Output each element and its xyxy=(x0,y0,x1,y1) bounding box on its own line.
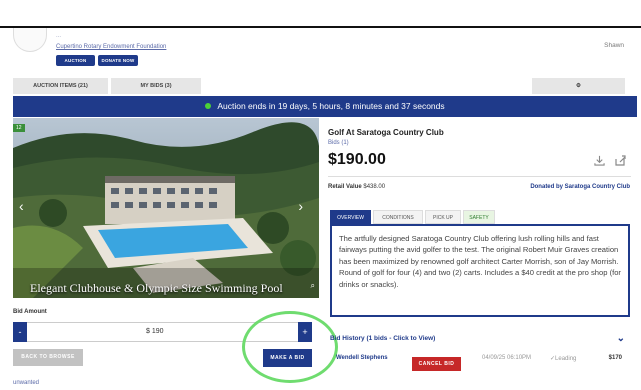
org-name: ... xyxy=(56,33,62,39)
main-tabs: AUCTION ITEMS (21) MY BIDS (3) ⚙ xyxy=(13,78,625,94)
bid-history-title: Bid History (1 bids - Click to View) xyxy=(330,335,436,342)
auction-button[interactable]: AUCTION xyxy=(56,55,95,66)
tab-my-bids[interactable]: MY BIDS (3) xyxy=(111,78,201,94)
item-photo[interactable]: 12 ‹ › Elegant Clubhouse & Olympic Size … xyxy=(13,118,319,298)
divider xyxy=(328,176,631,177)
tab-conditions[interactable]: CONDITIONS xyxy=(373,210,423,224)
zoom-icon[interactable]: ⌕ xyxy=(311,281,315,291)
photo-caption: Elegant Clubhouse & Olympic Size Swimmin… xyxy=(30,281,283,295)
gear-icon: ⚙ xyxy=(576,83,581,89)
item-title: Golf At Saratoga Country Club xyxy=(328,128,444,137)
tab-safety[interactable]: SAFETY xyxy=(463,210,495,224)
back-to-browse-button[interactable]: BACK TO BROWSE xyxy=(13,349,83,366)
bidder-name: Wendell Stephens xyxy=(336,355,388,361)
bid-history-toggle[interactable]: Bid History (1 bids - Click to View) ⌄ xyxy=(330,330,630,347)
current-price: $190.00 xyxy=(328,151,386,168)
tab-settings[interactable]: ⚙ xyxy=(532,78,625,94)
next-photo-arrow-icon[interactable]: › xyxy=(298,198,303,214)
retail-value-amount: $438.00 xyxy=(363,184,386,190)
item-description: The artfully designed Saratoga Country C… xyxy=(330,224,630,317)
share-icon[interactable] xyxy=(614,154,626,166)
bid-status: ✓Leading xyxy=(550,356,577,362)
user-name[interactable]: Shawn xyxy=(604,42,624,49)
retail-value-label: Retail Value xyxy=(328,184,362,190)
highlight-circle-annotation xyxy=(242,311,338,383)
download-icon[interactable] xyxy=(594,155,605,166)
tab-overview[interactable]: OVERVIEW xyxy=(330,210,371,224)
unwanted-link[interactable]: unwanted xyxy=(13,380,39,386)
countdown-text: Auction ends in 19 days, 5 hours, 8 minu… xyxy=(217,101,445,111)
browser-top-bar xyxy=(0,0,641,28)
bids-count-link[interactable]: Bids (1) xyxy=(328,140,349,146)
photo-count-badge: 12 xyxy=(13,124,25,132)
bid-date: 04/09/25 06:10PM xyxy=(482,355,532,361)
org-link[interactable]: Cupertino Rotary Endowment Foundation xyxy=(56,44,166,50)
live-status-dot xyxy=(205,103,212,109)
tab-pick-up[interactable]: PICK UP xyxy=(425,210,461,224)
donate-now-button[interactable]: DONATE NOW xyxy=(98,55,138,66)
org-logo xyxy=(13,28,47,52)
tab-auction-items[interactable]: AUCTION ITEMS (21) xyxy=(13,78,108,94)
item-photo-image xyxy=(13,118,319,298)
cancel-bid-button[interactable]: CANCEL BID xyxy=(412,357,461,371)
chevron-down-icon[interactable]: ⌄ xyxy=(617,330,625,347)
decrease-bid-button[interactable]: - xyxy=(13,322,27,342)
bid-amount: $170 xyxy=(608,355,622,361)
bid-amount-input[interactable]: $ 190 xyxy=(146,328,164,335)
prev-photo-arrow-icon[interactable]: ‹ xyxy=(19,198,24,214)
bid-amount-label: Bid Amount xyxy=(13,309,47,315)
retail-value: Retail Value $438.00 xyxy=(328,184,385,190)
auction-countdown-banner: Auction ends in 19 days, 5 hours, 8 minu… xyxy=(13,96,637,117)
bid-history-row: Wendell Stephens CANCEL BID 04/09/25 06:… xyxy=(330,351,630,371)
donated-by[interactable]: Donated by Saratoga Country Club xyxy=(530,184,630,190)
